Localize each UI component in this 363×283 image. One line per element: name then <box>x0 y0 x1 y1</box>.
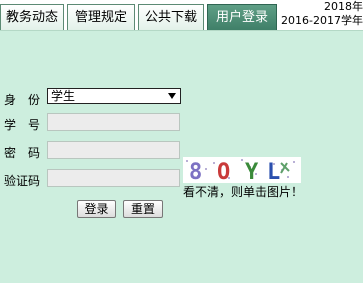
svg-text:L: L <box>267 160 280 183</box>
year-line-1: 2018年 <box>324 0 363 13</box>
password-label: 密 码 <box>4 146 41 160</box>
captcha-input[interactable] <box>47 169 180 187</box>
svg-text:Y: Y <box>245 160 259 183</box>
year-line-2: 2016-2017学年 <box>281 14 363 27</box>
student-id-input[interactable] <box>47 113 180 131</box>
identity-value: 学生 <box>51 89 76 103</box>
reset-button[interactable]: 重置 <box>123 200 163 218</box>
tab-regulations[interactable]: 管理规定 <box>67 4 135 30</box>
top-bar: 教务动态 管理规定 公共下载 用户登录 2018年 2016-2017学年 <box>0 0 363 30</box>
identity-select[interactable]: 学生 <box>47 88 181 104</box>
tab-user-login[interactable]: 用户登录 <box>207 4 277 30</box>
svg-text:8: 8 <box>189 160 202 183</box>
tab-news[interactable]: 教务动态 <box>0 4 64 30</box>
captcha-hint: 看不清，则单击图片！ <box>183 185 304 199</box>
academic-year: 2018年 2016-2017学年 <box>281 0 363 28</box>
login-button[interactable]: 登录 <box>77 200 116 218</box>
tab-downloads[interactable]: 公共下载 <box>138 4 204 30</box>
dropdown-arrow-icon <box>168 93 176 99</box>
captcha-label: 验证码 <box>4 174 41 188</box>
svg-text:O: O <box>217 160 230 183</box>
student-id-label: 学 号 <box>4 118 41 132</box>
identity-label: 身 份 <box>4 93 41 107</box>
password-input[interactable] <box>47 141 180 159</box>
captcha-image[interactable]: 8 O Y L <box>183 157 301 183</box>
